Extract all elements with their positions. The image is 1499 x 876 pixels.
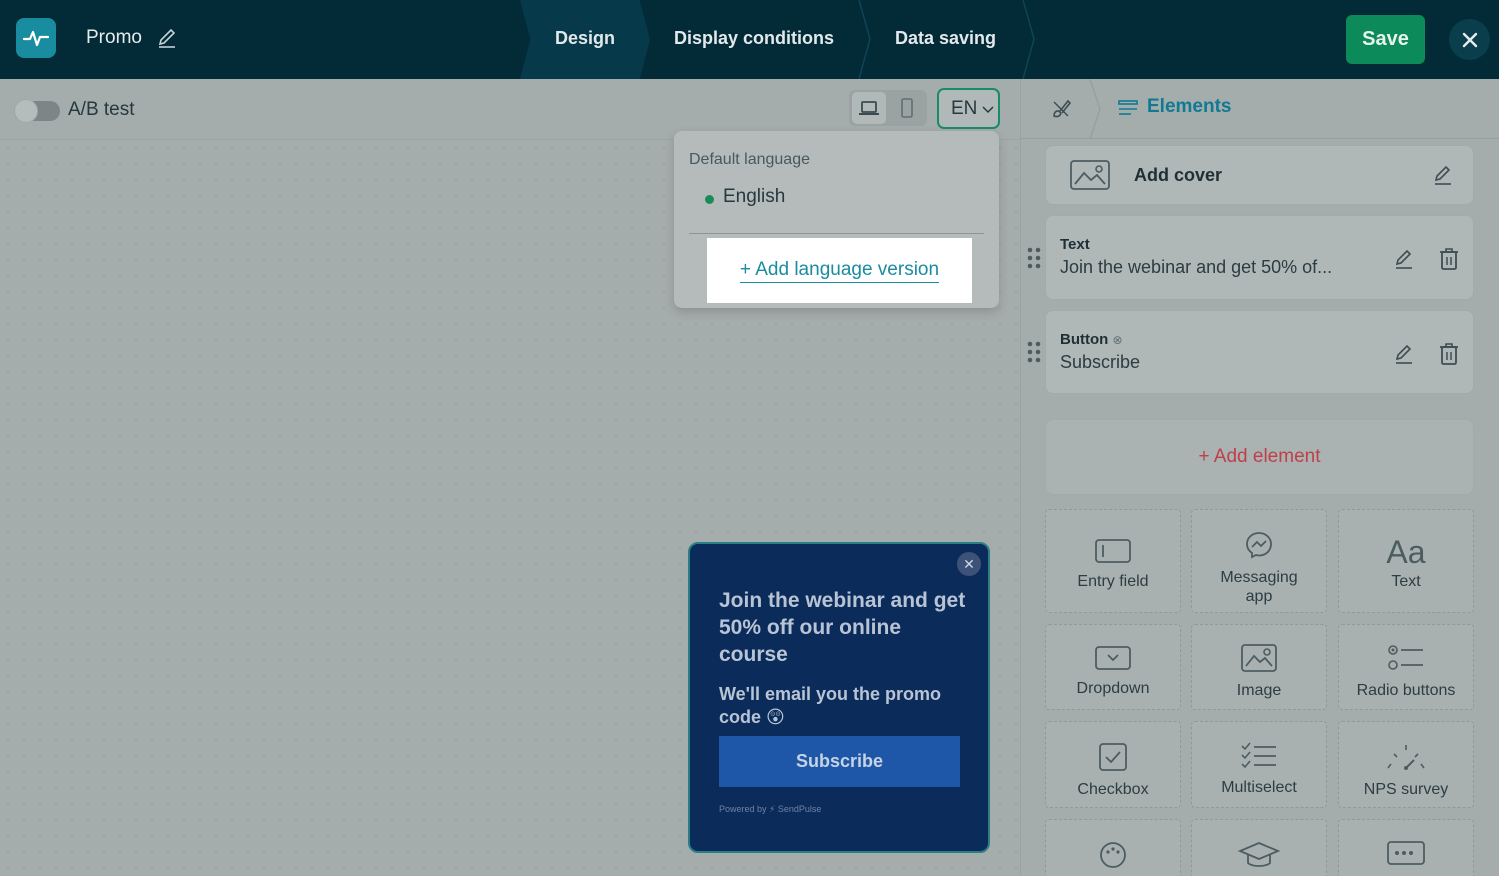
palette-messaging-app[interactable]: Messaging app <box>1191 509 1327 613</box>
tab-display-conditions[interactable]: Display conditions <box>674 28 834 49</box>
popup-title[interactable]: Join the webinar and get 50% off our onl… <box>719 587 969 668</box>
list-icon <box>1117 98 1139 118</box>
drag-handle-icon[interactable] <box>1027 247 1041 269</box>
element-value: Subscribe <box>1060 352 1141 372</box>
palette-label: Checkbox <box>1077 781 1149 798</box>
element-card-button[interactable]: Button ⊗ Subscribe <box>1045 310 1474 394</box>
messenger-icon <box>1246 532 1272 559</box>
trash-icon[interactable] <box>1438 247 1460 271</box>
divider <box>689 233 984 234</box>
palette-label: Image <box>1236 682 1282 699</box>
panel-separator <box>1089 79 1101 139</box>
step-separator <box>858 0 871 79</box>
palette-tile[interactable] <box>1045 819 1181 876</box>
language-option-english[interactable]: English <box>723 186 785 208</box>
ab-test-label: A/B test <box>68 99 135 120</box>
pencil-icon[interactable] <box>1393 248 1415 270</box>
save-button[interactable]: Save <box>1346 15 1425 64</box>
palette-radio-buttons[interactable]: Radio buttons <box>1338 624 1474 710</box>
toggle-knob <box>14 99 38 123</box>
drag-handle-icon[interactable] <box>1027 341 1041 363</box>
popup-preview[interactable]: ✕ Join the webinar and get 50% off our o… <box>688 542 990 853</box>
radio-buttons-icon <box>1388 645 1423 670</box>
palette-label: Text <box>1391 573 1421 590</box>
element-type-text: Button <box>1060 331 1109 348</box>
laptop-icon[interactable] <box>852 92 886 124</box>
palette-label: Radio buttons <box>1356 682 1456 699</box>
language-dropdown: Default language English + Add language … <box>674 131 999 308</box>
text-icon: Aa <box>1386 534 1426 570</box>
add-cover-card[interactable]: Add cover <box>1045 145 1474 205</box>
tab-data-saving[interactable]: Data saving <box>895 28 996 49</box>
graduation-cap-icon <box>1238 842 1280 867</box>
palette-entry-field[interactable]: Entry field <box>1045 509 1181 613</box>
palette-label: Dropdown <box>1076 680 1150 697</box>
palette-tile[interactable] <box>1191 819 1327 876</box>
add-element-button[interactable]: + Add element <box>1045 419 1474 495</box>
checkbox-icon <box>1099 743 1127 771</box>
palette-image[interactable]: Image <box>1191 624 1327 710</box>
phone-icon[interactable] <box>891 92 923 124</box>
entry-field-icon <box>1095 539 1131 563</box>
step-separator <box>1022 0 1035 79</box>
palette-checkbox[interactable]: Checkbox <box>1045 721 1181 808</box>
trash-icon[interactable] <box>1438 342 1460 366</box>
palette-nps-survey[interactable]: NPS survey <box>1338 721 1474 808</box>
add-language-version-button[interactable]: + Add language version <box>707 238 972 303</box>
palette-label: Multiselect <box>1221 779 1297 796</box>
palette-tile[interactable] <box>1338 819 1474 876</box>
palette-dropdown[interactable]: Dropdown <box>1045 624 1181 710</box>
add-cover-label: Add cover <box>1134 165 1223 185</box>
tab-elements[interactable]: Elements <box>1147 96 1231 118</box>
paint-brush-icon[interactable] <box>1048 96 1074 122</box>
palette-label: Entry field <box>1077 573 1149 590</box>
dropdown-icon <box>1095 646 1131 670</box>
add-language-label: + Add language version <box>739 259 940 283</box>
default-language-label: Default language <box>689 151 810 168</box>
element-value: Join the webinar and get 50% of... <box>1060 257 1333 277</box>
popup-close-icon[interactable]: ✕ <box>957 552 981 576</box>
tab-design[interactable]: Design <box>555 28 615 49</box>
image-icon <box>1069 159 1111 191</box>
pencil-icon[interactable] <box>1432 164 1454 186</box>
language-code: EN <box>951 97 978 119</box>
palette-text[interactable]: Aa Text <box>1338 509 1474 613</box>
element-type-label: Text <box>1060 236 1090 253</box>
pencil-icon[interactable] <box>1393 343 1415 365</box>
palette-label: Messaging app <box>1220 569 1298 605</box>
campaign-title: Promo <box>86 27 142 48</box>
popup-subscribe-button[interactable]: Subscribe <box>719 736 960 787</box>
edit-title-icon[interactable] <box>155 26 179 50</box>
element-type-label: Button ⊗ <box>1060 331 1123 348</box>
nps-gauge-icon <box>1387 745 1425 770</box>
image-icon <box>1241 644 1277 672</box>
palette-icon <box>1100 842 1126 868</box>
ab-test-toggle[interactable] <box>14 99 60 123</box>
element-card-text[interactable]: Text Join the webinar and get 50% of... <box>1045 215 1474 300</box>
popup-subtitle[interactable]: We'll email you the promo code 😲 <box>719 683 969 729</box>
palette-label: NPS survey <box>1363 781 1449 798</box>
powered-by-label: Powered by ⚡ SendPulse <box>719 804 822 814</box>
multiselect-icon <box>1241 742 1276 769</box>
chevron-down-icon <box>982 105 994 113</box>
palette-multiselect[interactable]: Multiselect <box>1191 721 1327 808</box>
top-bar: Promo Design Display conditions Data sav… <box>0 0 1499 79</box>
language-select[interactable]: EN <box>937 88 1000 129</box>
info-icon: ⊗ <box>1112 333 1123 347</box>
active-language-dot <box>705 195 714 204</box>
close-icon[interactable] <box>1449 19 1490 60</box>
pulse-logo-icon[interactable] <box>16 18 56 58</box>
password-field-icon <box>1387 841 1425 865</box>
